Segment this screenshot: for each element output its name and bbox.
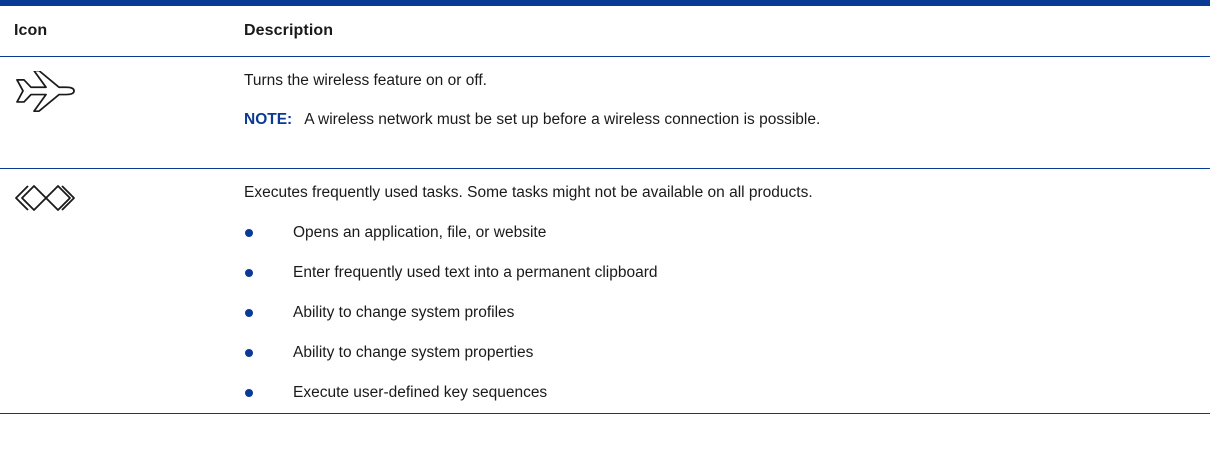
table-row: Executes frequently used tasks. Some tas… xyxy=(0,169,1210,414)
row-description: Turns the wireless feature on or off. xyxy=(244,72,487,89)
bullet-list: Opens an application, file, or website E… xyxy=(244,223,1210,403)
list-item-text: Enter frequently used text into a perman… xyxy=(293,264,658,281)
airplane-icon xyxy=(14,71,244,115)
list-item-text: Execute user-defined key sequences xyxy=(293,384,548,401)
programmable-key-icon xyxy=(14,183,244,213)
description-cell: Turns the wireless feature on or off. NO… xyxy=(244,57,1210,168)
table-header-row: Icon Description xyxy=(0,6,1210,57)
header-cell-icon: Icon xyxy=(0,22,244,40)
bullet-icon xyxy=(245,389,253,397)
row-description: Executes frequently used tasks. Some tas… xyxy=(244,184,813,201)
list-item-text: Ability to change system properties xyxy=(293,344,534,361)
bullet-icon xyxy=(245,229,253,237)
icon-cell xyxy=(0,57,244,168)
note-text: A wireless network must be set up before… xyxy=(304,111,821,128)
header-description-label: Description xyxy=(244,22,334,39)
bullet-icon xyxy=(245,349,253,357)
bullet-icon xyxy=(245,269,253,277)
list-item: Ability to change system properties xyxy=(244,343,1210,363)
description-cell: Executes frequently used tasks. Some tas… xyxy=(244,169,1210,413)
list-item: Enter frequently used text into a perman… xyxy=(244,263,1210,283)
note: NOTE: A wireless network must be set up … xyxy=(244,110,1210,130)
list-item-text: Ability to change system profiles xyxy=(293,304,515,321)
header-cell-description: Description xyxy=(244,22,1210,40)
icon-description-table: Icon Description Turns the wireless feat… xyxy=(0,0,1210,414)
table-row: Turns the wireless feature on or off. NO… xyxy=(0,57,1210,169)
list-item: Opens an application, file, or website xyxy=(244,223,1210,243)
list-item: Ability to change system profiles xyxy=(244,303,1210,323)
note-label: NOTE: xyxy=(244,111,293,128)
list-item: Execute user-defined key sequences xyxy=(244,383,1210,403)
icon-cell xyxy=(0,169,244,413)
list-item-text: Opens an application, file, or website xyxy=(293,224,547,241)
bullet-icon xyxy=(245,309,253,317)
header-icon-label: Icon xyxy=(14,22,48,39)
